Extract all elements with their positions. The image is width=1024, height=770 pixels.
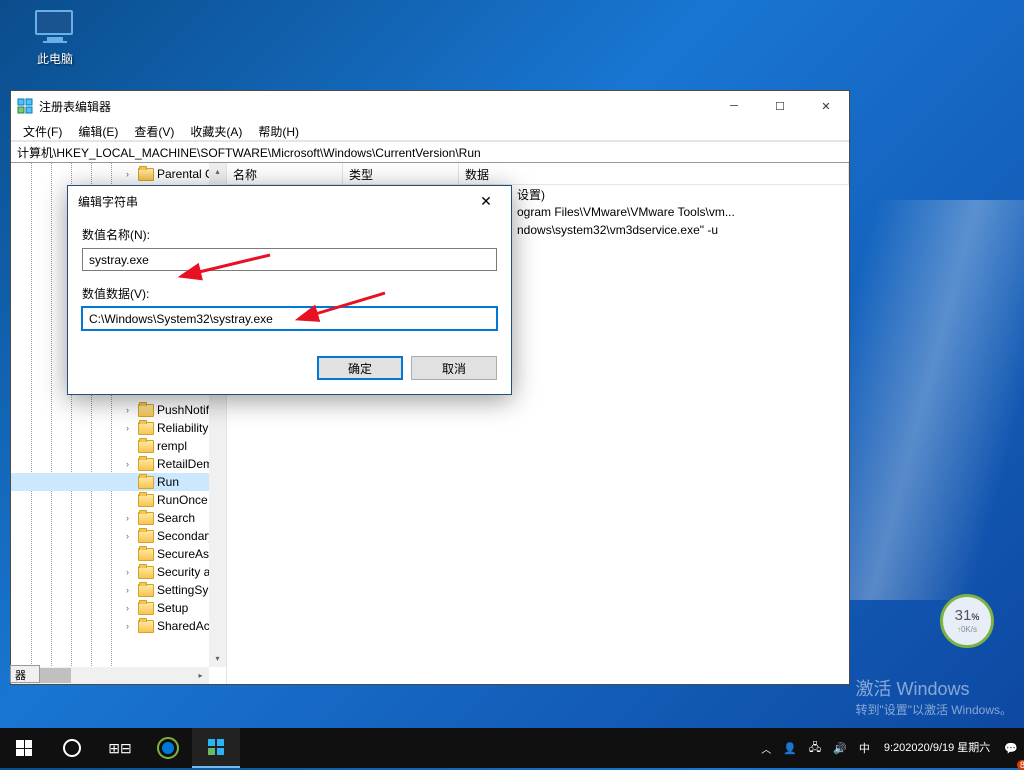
- tree-scrollbar-h[interactable]: ◂ ▸: [11, 667, 209, 684]
- tree-item[interactable]: ›PushNotifi: [11, 401, 216, 419]
- regedit-icon: [17, 98, 33, 114]
- cancel-button[interactable]: 取消: [411, 356, 497, 380]
- menu-file[interactable]: 文件(F): [15, 121, 70, 140]
- menu-edit[interactable]: 编辑(E): [70, 121, 126, 140]
- desktop-icon-this-pc[interactable]: 此电脑: [20, 10, 90, 67]
- tray-overflow-button[interactable]: ︿: [755, 728, 777, 768]
- tray-people-icon[interactable]: 👤: [777, 728, 803, 768]
- windows-activation-watermark: 激活 Windows 转到"设置"以激活 Windows。: [855, 675, 1012, 718]
- list-header: 名称 类型 数据: [227, 163, 849, 185]
- taskbar-app-regedit[interactable]: [192, 728, 240, 768]
- tree-item[interactable]: RunOnce: [11, 491, 216, 509]
- regedit-taskbar-icon: [206, 737, 226, 757]
- value-data-label: 数值数据(V):: [82, 285, 497, 302]
- dialog-titlebar[interactable]: 编辑字符串 ✕: [68, 186, 511, 216]
- window-title: 注册表编辑器: [39, 98, 711, 115]
- menu-help[interactable]: 帮助(H): [250, 121, 307, 140]
- tray-volume-icon[interactable]: 🔊: [827, 728, 853, 768]
- taskbar-clock[interactable]: 9:20 2020/9/19 星期六: [876, 728, 998, 768]
- tree-item[interactable]: ›Parental C: [11, 165, 216, 183]
- tree-item[interactable]: ›Search: [11, 509, 216, 527]
- tree-item[interactable]: ›SharedAcc: [11, 617, 216, 635]
- edit-string-dialog: 编辑字符串 ✕ 数值名称(N): 数值数据(V): 确定 取消: [67, 185, 512, 395]
- action-center-button[interactable]: 💬 8: [998, 728, 1024, 768]
- tree-item[interactable]: ›Reliability: [11, 419, 216, 437]
- speed-meter-widget[interactable]: 31% ↑0K/s: [940, 594, 994, 648]
- col-name[interactable]: 名称: [227, 163, 343, 184]
- notification-icon: 💬: [1004, 742, 1018, 755]
- tree-item[interactable]: ›SettingSyn: [11, 581, 216, 599]
- tree-item[interactable]: ›Security ar: [11, 563, 216, 581]
- notification-count: 8: [1017, 760, 1024, 770]
- menubar: 文件(F) 编辑(E) 查看(V) 收藏夹(A) 帮助(H): [11, 121, 849, 141]
- tree-item-run[interactable]: Run: [11, 473, 216, 491]
- col-data[interactable]: 数据: [459, 163, 849, 184]
- close-button[interactable]: ✕: [803, 91, 849, 121]
- system-tray: ︿ 👤 🖧 🔊 中 9:20 2020/9/19 星期六 💬 8: [755, 728, 1024, 768]
- minimize-button[interactable]: ─: [711, 91, 757, 121]
- ok-button[interactable]: 确定: [317, 356, 403, 380]
- tree-item[interactable]: ›Setup: [11, 599, 216, 617]
- tree-item[interactable]: ›RetailDem: [11, 455, 216, 473]
- tray-network-icon[interactable]: 🖧: [803, 728, 827, 768]
- col-type[interactable]: 类型: [343, 163, 459, 184]
- dialog-close-button[interactable]: ✕: [471, 186, 501, 216]
- taskbar: ⊞⊟ ︿ 👤 🖧 🔊 中 9:20 2020/9/19 星期六 💬 8: [0, 728, 1024, 768]
- menu-favorites[interactable]: 收藏夹(A): [182, 121, 250, 140]
- tree-item[interactable]: rempl: [11, 437, 216, 455]
- value-name-input[interactable]: [82, 248, 497, 271]
- taskview-button[interactable]: ⊞⊟: [96, 728, 144, 768]
- menu-view[interactable]: 查看(V): [126, 121, 182, 140]
- tree-item[interactable]: ›Secondary: [11, 527, 216, 545]
- value-data-input[interactable]: [82, 307, 497, 330]
- computer-icon: [35, 10, 75, 45]
- edge-icon: [157, 737, 179, 759]
- address-bar[interactable]: 计算机\HKEY_LOCAL_MACHINE\SOFTWARE\Microsof…: [11, 141, 849, 163]
- maximize-button[interactable]: ☐: [757, 91, 803, 121]
- value-name-label: 数值名称(N):: [82, 226, 497, 243]
- windows-icon: [16, 740, 32, 756]
- start-button[interactable]: [0, 728, 48, 768]
- taskbar-app-edge[interactable]: [144, 728, 192, 768]
- cortana-button[interactable]: [48, 728, 96, 768]
- taskview-icon: ⊞⊟: [108, 740, 131, 757]
- titlebar[interactable]: 注册表编辑器 ─ ☐ ✕: [11, 91, 849, 121]
- tree-item[interactable]: SecureAss: [11, 545, 216, 563]
- cortana-icon: [63, 739, 81, 757]
- desktop-icon-label: 此电脑: [20, 50, 90, 67]
- status-bar: 器: [10, 665, 40, 683]
- tray-ime-indicator[interactable]: 中: [853, 728, 876, 768]
- dialog-title-text: 编辑字符串: [78, 193, 138, 210]
